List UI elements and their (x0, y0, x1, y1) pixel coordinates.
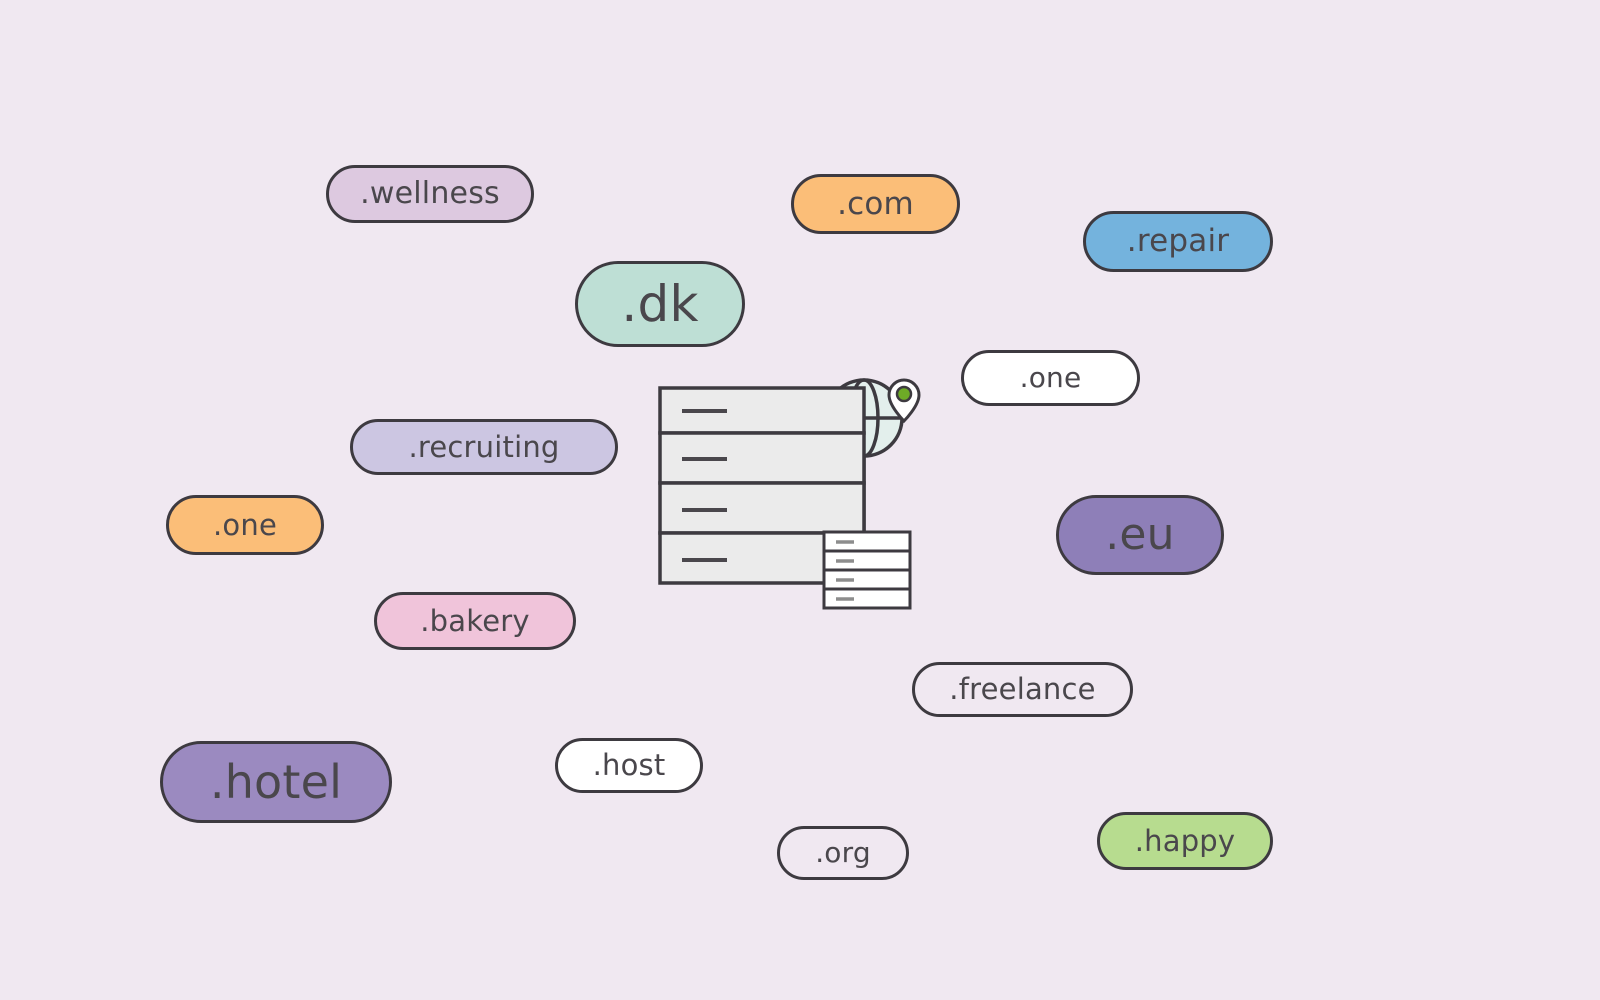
server-rack-illustration (640, 360, 940, 630)
tld-pill-happy-13[interactable]: .happy (1097, 812, 1273, 870)
tld-pill-host-10[interactable]: .host (555, 738, 703, 793)
tld-pill-hotel-11[interactable]: .hotel (160, 741, 392, 823)
tld-pill-org-12[interactable]: .org (777, 826, 909, 880)
tld-pill-label: .one (213, 507, 277, 542)
tld-pill-label: .bakery (420, 603, 530, 638)
canvas: .wellness .com .repair .dk .one .recruiting .o… (0, 0, 1600, 1000)
tld-pill-label: .repair (1126, 223, 1230, 259)
server-panel (822, 530, 912, 610)
tld-pill-label: .wellness (360, 176, 500, 211)
tld-pill-com-1[interactable]: .com (791, 174, 960, 234)
tld-pill-one-6[interactable]: .one (166, 495, 324, 555)
tld-pill-freelance-9[interactable]: .freelance (912, 662, 1133, 717)
tld-pill-dk-3[interactable]: .dk (575, 261, 745, 347)
tld-pill-label: .dk (621, 275, 699, 333)
tld-pill-eu-7[interactable]: .eu (1056, 495, 1224, 575)
tld-pill-wellness-0[interactable]: .wellness (326, 165, 534, 223)
tld-pill-label: .org (815, 836, 871, 869)
tld-pill-label: .recruiting (408, 429, 560, 464)
tld-pill-recruiting-5[interactable]: .recruiting (350, 419, 618, 475)
tld-pill-label: .eu (1105, 509, 1175, 560)
tld-pill-label: .host (592, 748, 666, 782)
tld-pill-label: .com (837, 185, 914, 222)
tld-pill-bakery-8[interactable]: .bakery (374, 592, 576, 650)
tld-pill-one-4[interactable]: .one (961, 350, 1140, 406)
tld-pill-label: .hotel (209, 755, 343, 809)
tld-pill-label: .happy (1134, 823, 1236, 858)
tld-pill-repair-2[interactable]: .repair (1083, 211, 1273, 272)
tld-pill-label: .freelance (949, 672, 1096, 706)
tld-pill-label: .one (1019, 361, 1082, 394)
